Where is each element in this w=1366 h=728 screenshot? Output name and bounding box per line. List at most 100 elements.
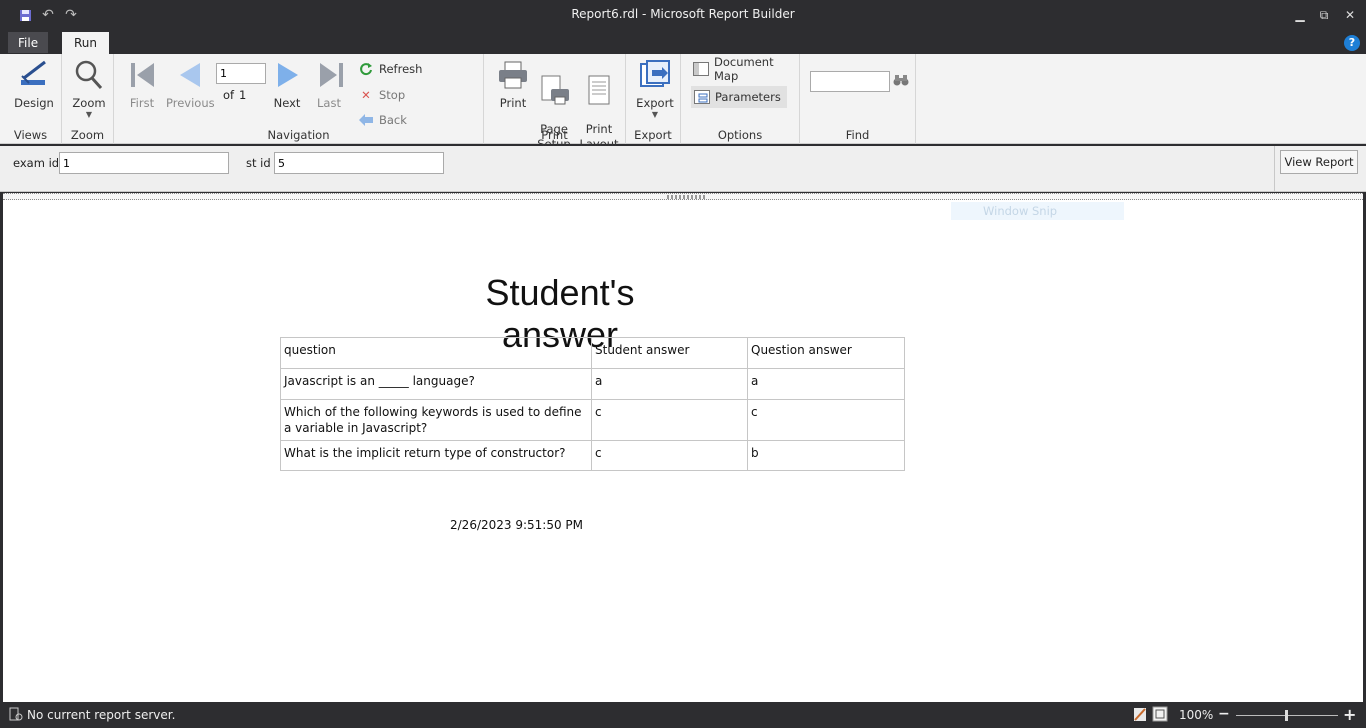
server-icon — [9, 707, 23, 725]
zoom-level: 100% — [1179, 708, 1214, 722]
magnifier-icon — [75, 60, 103, 90]
zoom-in-icon[interactable]: + — [1343, 705, 1356, 724]
tab-file[interactable]: File — [8, 32, 49, 53]
divider — [1274, 146, 1275, 192]
view-report-button[interactable]: View Report — [1280, 150, 1358, 174]
print-group: Print Page Setup Print Layout Print — [484, 54, 626, 151]
pane-splitter[interactable] — [3, 193, 1363, 200]
export-icon — [640, 60, 670, 87]
status-text: No current report server. — [27, 708, 176, 722]
print-label: Print — [499, 96, 527, 110]
exam-id-input[interactable] — [59, 152, 229, 174]
table-cell: Javascript is an _____ language? — [280, 368, 592, 400]
next-label: Next — [273, 96, 301, 110]
design-icon — [21, 60, 46, 85]
parameters-icon — [694, 89, 710, 105]
print-button[interactable]: Print — [496, 58, 530, 110]
print-preview-icon[interactable] — [1152, 706, 1168, 725]
report-date: 2/26/2023 9:51:50 PM — [450, 518, 584, 532]
minimize-button[interactable]: ▁ — [1289, 5, 1311, 25]
table-row: Javascript is an _____ language? a a — [280, 368, 905, 400]
design-button[interactable]: Design — [14, 58, 54, 110]
window-title: Report6.rdl - Microsoft Report Builder — [571, 7, 795, 21]
chevron-down-icon: ▼ — [651, 110, 659, 119]
document-map-label: Document Map — [714, 55, 774, 83]
refresh-label: Refresh — [379, 62, 423, 76]
st-id-label: st id — [246, 156, 271, 170]
report-canvas: Window Snip Student's answer question St… — [3, 200, 1363, 702]
previous-label: Previous — [166, 96, 215, 110]
table-cell: c — [591, 440, 748, 471]
stop-label: Stop — [379, 88, 406, 102]
table-cell: a — [747, 368, 905, 400]
zoom-slider-thumb[interactable] — [1285, 710, 1288, 721]
page-layout-icon[interactable] — [1133, 707, 1147, 725]
table-cell: c — [747, 399, 905, 441]
refresh-icon — [358, 61, 374, 77]
restore-button[interactable]: ⧉ — [1313, 5, 1335, 25]
first-page-icon — [131, 63, 154, 87]
find-group-label: Find — [845, 128, 870, 142]
export-label: Export — [636, 96, 674, 110]
print-layout-icon — [588, 75, 610, 105]
tab-run[interactable]: Run — [62, 32, 109, 54]
find-group: Find — [800, 54, 916, 144]
last-page-icon — [320, 63, 343, 87]
zoom-button[interactable]: Zoom ▼ — [70, 58, 108, 119]
st-id-input[interactable] — [274, 152, 444, 174]
stop-icon: ✕ — [361, 88, 371, 102]
document-map-button[interactable]: Document Map — [693, 55, 799, 83]
back-arrow-icon — [358, 112, 374, 128]
title-bar: ↶ ↷ Report6.rdl - Microsoft Report Build… — [0, 0, 1366, 30]
options-group-label: Options — [717, 128, 763, 142]
page-setup-icon — [541, 75, 569, 105]
binoculars-icon[interactable] — [893, 72, 909, 91]
table-header-row: question Student answer Question answer — [280, 337, 905, 369]
export-group-label: Export — [634, 128, 672, 142]
answers-table: question Student answer Question answer … — [280, 337, 905, 471]
options-group: Document Map Parameters Options — [681, 54, 800, 144]
last-button[interactable]: Last — [314, 58, 344, 110]
help-icon[interactable]: ? — [1344, 35, 1360, 51]
last-label: Last — [317, 96, 341, 110]
back-label: Back — [379, 113, 407, 127]
zoom-group-label: Zoom — [70, 128, 105, 142]
table-header-cell: Student answer — [591, 337, 748, 369]
views-group: Design Views — [0, 54, 62, 144]
export-button[interactable]: Export ▼ — [636, 58, 674, 119]
close-button[interactable]: ✕ — [1339, 5, 1361, 25]
parameter-pane: exam id st id View Report — [0, 146, 1366, 192]
window-snip-overlay: Window Snip — [951, 202, 1124, 220]
table-row: What is the implicit return type of cons… — [280, 440, 905, 471]
table-header-cell: question — [280, 337, 592, 369]
exam-id-label: exam id — [13, 156, 60, 170]
previous-button[interactable]: Previous — [166, 58, 215, 110]
print-group-label: Print — [541, 128, 568, 142]
table-cell: c — [591, 399, 748, 441]
parameters-button[interactable]: Parameters — [691, 86, 787, 108]
back-button[interactable]: Back — [358, 110, 407, 130]
table-cell: What is the implicit return type of cons… — [280, 440, 592, 471]
stop-button[interactable]: ✕ Stop — [358, 85, 405, 105]
ribbon: Design Views Zoom ▼ Zoom First Previous … — [0, 54, 1366, 151]
export-group: Export ▼ Export — [626, 54, 681, 144]
navigation-group-label: Navigation — [267, 128, 330, 142]
table-cell: b — [747, 440, 905, 471]
refresh-button[interactable]: Refresh — [358, 59, 422, 79]
table-row: Which of the following keywords is used … — [280, 399, 905, 441]
zoom-group: Zoom ▼ Zoom — [62, 54, 114, 144]
design-label: Design — [14, 96, 54, 110]
of-label: of — [223, 88, 235, 102]
page-number-input[interactable] — [216, 63, 266, 84]
first-label: First — [129, 96, 155, 110]
parameters-label: Parameters — [715, 90, 781, 104]
first-button[interactable]: First — [126, 58, 158, 110]
page-count: 1 — [239, 88, 247, 102]
find-input[interactable] — [810, 71, 890, 92]
next-button[interactable]: Next — [272, 58, 302, 110]
zoom-out-icon[interactable]: − — [1218, 706, 1230, 722]
document-map-icon — [693, 61, 709, 77]
ribbon-tab-row: File Run ? — [0, 30, 1366, 54]
splitter-grip[interactable] — [667, 195, 705, 199]
status-bar: No current report server. 100% − + — [0, 703, 1366, 728]
